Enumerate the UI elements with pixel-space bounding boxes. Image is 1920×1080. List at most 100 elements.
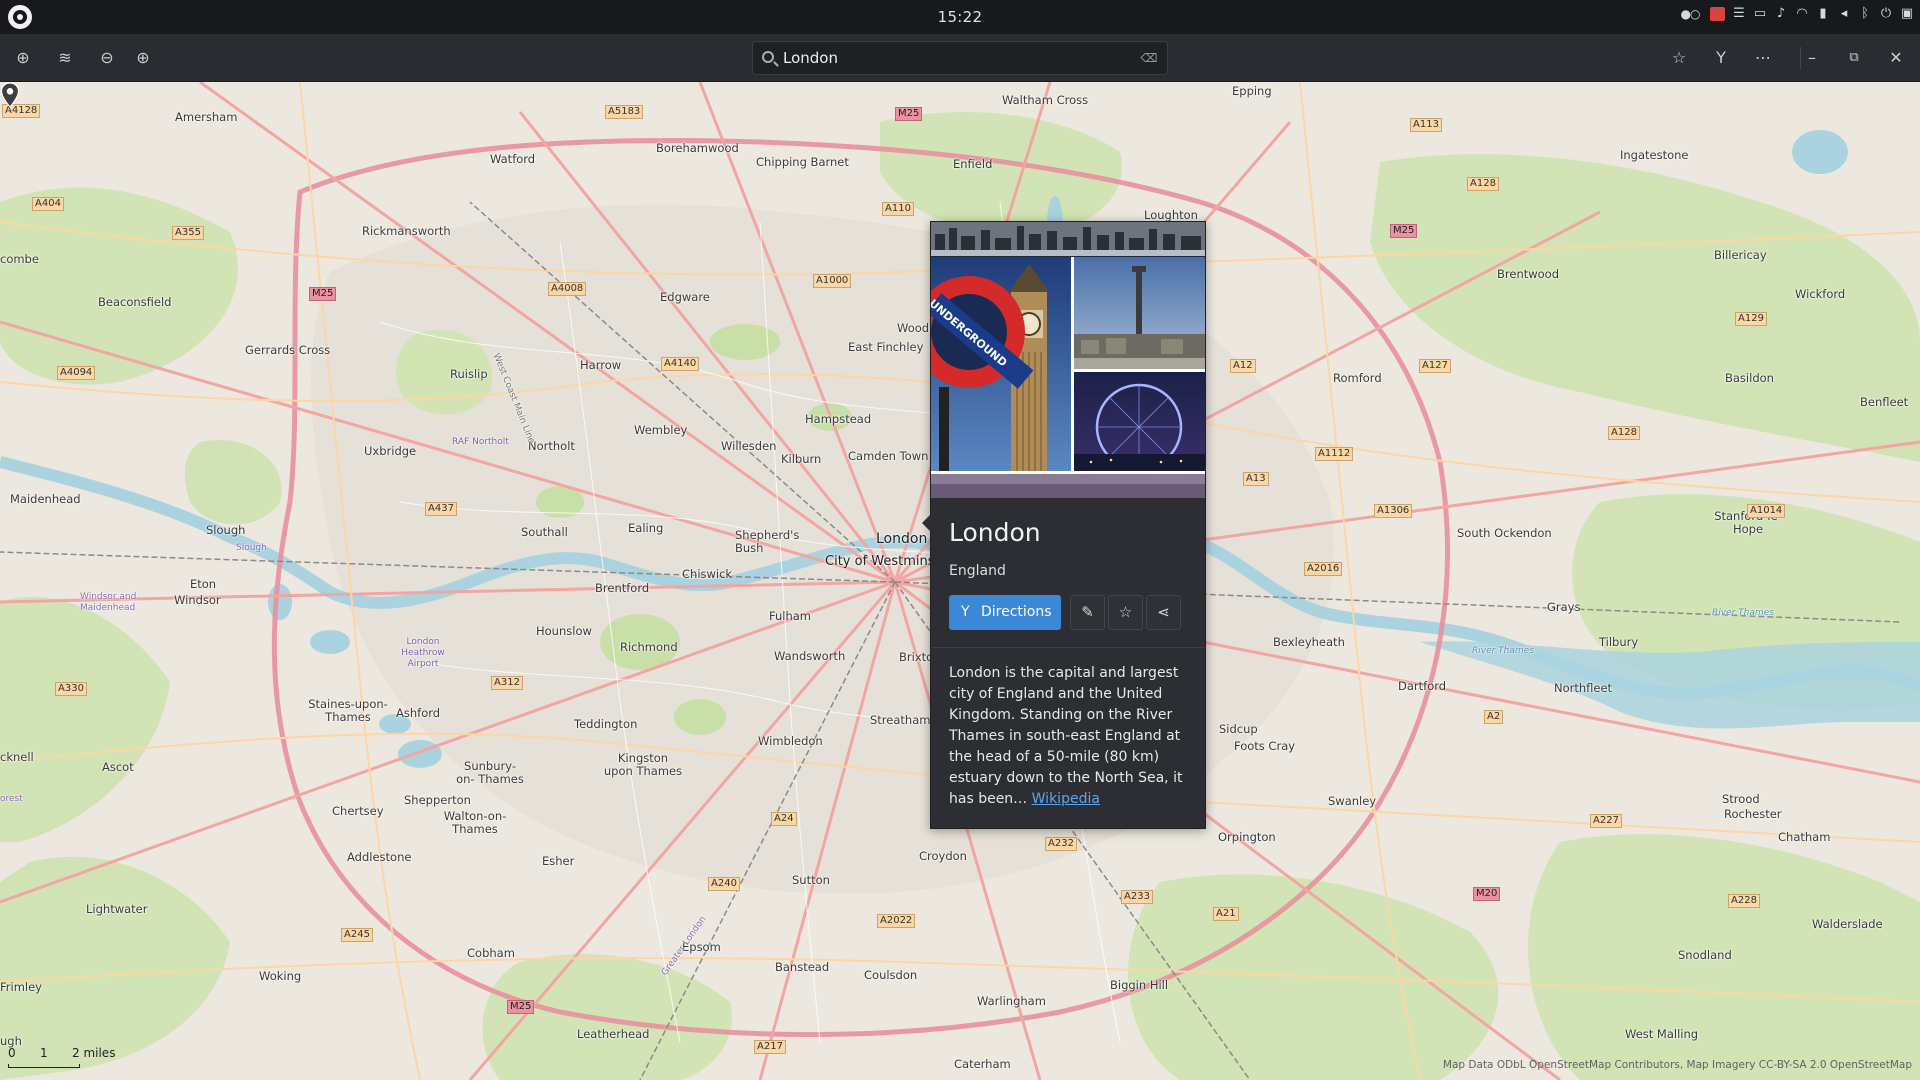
- bluetooth-icon[interactable]: ᛒ: [1858, 7, 1872, 21]
- london-collage-image: UNDERGROUND: [931, 222, 1205, 498]
- map-label: Chertsey: [332, 804, 384, 818]
- road-shield: A232: [1045, 837, 1077, 851]
- power-icon[interactable]: ⏻: [1879, 7, 1893, 21]
- map-label: Edgware: [660, 290, 710, 304]
- popup-divider: [931, 647, 1205, 648]
- popup-pointer: [922, 514, 931, 532]
- geolocate-icon[interactable]: ⊕: [11, 46, 35, 70]
- directions-button[interactable]: Y Directions: [949, 595, 1061, 630]
- map-label: Foots Cray: [1234, 739, 1296, 753]
- volume-icon[interactable]: ◂: [1837, 7, 1851, 21]
- clear-search-icon[interactable]: ⌫: [1139, 49, 1159, 67]
- menu-icon[interactable]: ⋯: [1751, 46, 1775, 70]
- battery-icon[interactable]: ▮: [1816, 7, 1830, 21]
- road-shield: M25: [895, 107, 923, 121]
- system-clock[interactable]: 15:22: [0, 8, 1920, 26]
- map-label: Wandsworth: [774, 649, 846, 663]
- map-label: Croydon: [919, 849, 967, 863]
- map-label: Kingston upon Thames: [603, 751, 683, 778]
- place-description: London is the capital and largest city o…: [949, 663, 1189, 810]
- wifi-icon[interactable]: ◠: [1795, 7, 1809, 21]
- map-label: South Ockendon: [1457, 526, 1552, 540]
- system-top-bar: 15:22 ●○ ☰ ▭ ♪ ◠ ▮ ◂ ᛒ ⏻ ▣: [0, 0, 1920, 34]
- maximize-icon[interactable]: ⧉: [1842, 46, 1866, 70]
- map-label: Sidcup: [1219, 722, 1258, 736]
- map-label: Enfield: [953, 157, 993, 171]
- search-icon: [762, 51, 774, 63]
- recording-indicator-icon[interactable]: [1710, 7, 1725, 21]
- panel-icon[interactable]: ▣: [1900, 7, 1914, 21]
- map-label: Sutton: [792, 873, 830, 887]
- folder-icon[interactable]: ▭: [1753, 7, 1767, 21]
- map-label: Warlingham: [977, 994, 1046, 1008]
- map-label: Dartford: [1398, 679, 1447, 693]
- map-label: Ingatestone: [1620, 148, 1689, 162]
- place-photo[interactable]: UNDERGROUND: [931, 222, 1205, 498]
- favourite-icon[interactable]: ☆: [1667, 46, 1691, 70]
- map-label: Woking: [259, 969, 302, 983]
- notifications-icon[interactable]: ♪: [1774, 7, 1788, 21]
- road-shield: A240: [708, 877, 740, 891]
- directions-icon[interactable]: Y: [1709, 46, 1733, 70]
- map-label: Walderslade: [1812, 917, 1883, 931]
- wikipedia-link[interactable]: Wikipedia: [1032, 791, 1100, 807]
- app-header-bar: ⊕ ≋ ⊖ ⊕ ⌫ ☆ Y ⋯ – ⧉ ✕: [0, 34, 1920, 82]
- favourite-button[interactable]: ☆: [1108, 595, 1143, 630]
- edit-button[interactable]: ✎: [1070, 595, 1105, 630]
- map-label: Northfleet: [1554, 681, 1613, 695]
- map-label: Rochester: [1724, 807, 1782, 821]
- workspace-indicator-icon[interactable]: ●○: [1677, 7, 1703, 21]
- zoom-in-icon[interactable]: ⊕: [131, 46, 155, 70]
- map-label: orest: [0, 794, 23, 804]
- layers-icon[interactable]: ≋: [53, 46, 77, 70]
- map-label: Basildon: [1725, 371, 1774, 385]
- road-shield: M25: [1390, 224, 1418, 238]
- map-label: Camden Town: [848, 449, 929, 463]
- directions-label: Directions: [981, 604, 1052, 620]
- map-label: Caterham: [954, 1057, 1011, 1071]
- map-label: Frimley: [0, 980, 42, 994]
- scale-one: 1: [40, 1046, 48, 1060]
- search-input[interactable]: [783, 47, 1123, 69]
- map-label: Snodland: [1678, 948, 1732, 962]
- map-label: Sunbury-on- Thames: [456, 759, 524, 786]
- share-button[interactable]: ⋖: [1146, 595, 1181, 630]
- close-icon[interactable]: ✕: [1884, 46, 1908, 70]
- map-label: Uxbridge: [364, 444, 417, 458]
- zoom-out-icon[interactable]: ⊖: [95, 46, 119, 70]
- map-label: Fulham: [769, 609, 812, 623]
- map-label: Watford: [490, 152, 536, 166]
- map-label: Epping: [1232, 84, 1272, 98]
- map-label: East Finchley: [848, 340, 924, 354]
- road-shield: M20: [1473, 887, 1501, 901]
- minimize-icon[interactable]: –: [1800, 46, 1824, 70]
- road-shield: A4140: [661, 357, 700, 371]
- map-label: River Thames: [1712, 608, 1774, 618]
- scale-zero: 0: [8, 1046, 16, 1060]
- app-menu-icon[interactable]: ☰: [1732, 7, 1746, 21]
- map-label: Grays: [1547, 600, 1581, 614]
- map-label: Southall: [521, 525, 568, 539]
- map-label: Maidenhead: [10, 492, 81, 506]
- road-shield: A355: [172, 226, 204, 240]
- road-shield: A128: [1467, 177, 1499, 191]
- scale-two: 2 miles: [72, 1046, 116, 1060]
- search-box[interactable]: ⌫: [752, 41, 1168, 75]
- map-label: West Malling: [1625, 1027, 1699, 1041]
- map-label: Slough: [236, 543, 267, 553]
- road-shield: M25: [507, 1000, 535, 1014]
- road-shield: A437: [425, 502, 457, 516]
- map-label: Chiswick: [682, 567, 733, 581]
- location-pin-icon[interactable]: [0, 82, 20, 108]
- map-label: Streatham: [870, 713, 931, 727]
- system-tray: ●○ ☰ ▭ ♪ ◠ ▮ ◂ ᛒ ⏻ ▣: [1677, 7, 1914, 21]
- road-shield: A233: [1121, 890, 1153, 904]
- road-shield: A24: [771, 812, 797, 826]
- road-shield: A404: [32, 197, 64, 211]
- map-label: Wembley: [634, 423, 688, 437]
- road-shield: A5183: [605, 105, 644, 119]
- directions-icon: Y: [961, 604, 970, 620]
- map-label: Strood: [1722, 792, 1760, 806]
- map-label: Bexleyheath: [1273, 635, 1345, 649]
- road-shield: A4094: [57, 366, 96, 380]
